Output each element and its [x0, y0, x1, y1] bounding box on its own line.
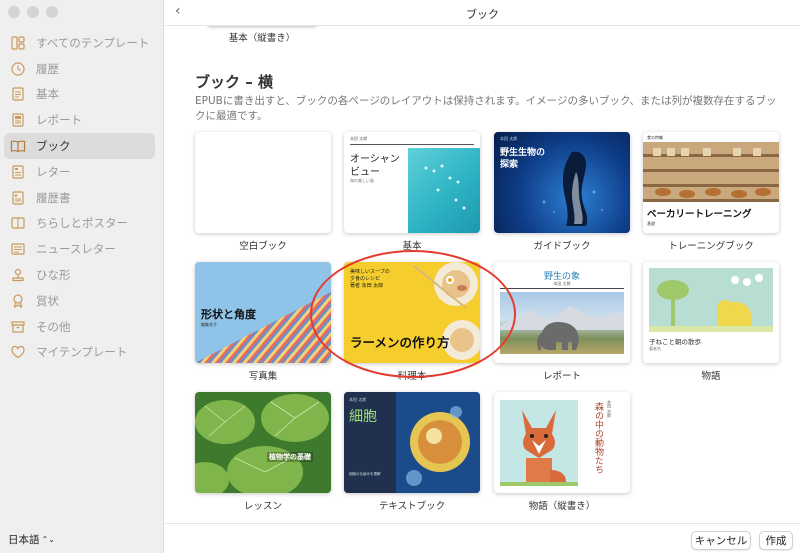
cover-title: 森の中の動物たち: [593, 402, 603, 474]
cover-author: 編集花子: [201, 322, 217, 327]
sidebar-item-label: その他: [36, 319, 71, 334]
penguin-illustration: [542, 151, 603, 226]
cover-title: 形状と角度: [201, 308, 256, 321]
sidebar-item-label: 履歴: [36, 61, 59, 76]
ocean-image: [408, 148, 480, 233]
cover-subtitle: 海の美しい島: [350, 178, 374, 183]
template-label: 空白ブック: [239, 241, 287, 252]
poster-icon: [10, 215, 26, 231]
leaf-illustration: [195, 394, 329, 493]
document-icon: [10, 86, 26, 102]
zoom-window-button[interactable]: [46, 6, 58, 18]
template-label: レポート: [542, 371, 581, 382]
cover-title: 細胞: [349, 409, 377, 425]
template-training-book[interactable]: 食の特集 ベーカリートレーニング 基礎: [643, 132, 779, 233]
sidebar-item-all-templates[interactable]: すべてのテンプレート: [4, 30, 155, 56]
sidebar-item-certificate[interactable]: 賞状: [4, 288, 155, 314]
sidebar-item-label: すべてのテンプレート: [36, 35, 150, 50]
sidebar-item-report[interactable]: レポート: [4, 107, 155, 133]
title-bar: ‹ ブック: [165, 0, 800, 26]
template-basic[interactable]: 本田 太郎 オーシャン ビュー 海の美しい島: [344, 132, 480, 233]
previous-template-label: 基本（縦書き）: [228, 33, 296, 44]
sidebar-item-label: ブック: [36, 139, 71, 154]
fox-illustration: [500, 400, 578, 486]
template-label: トレーニングブック: [668, 241, 754, 252]
cover-author: 本田 太郎: [553, 281, 571, 286]
minimize-window-button[interactable]: [27, 6, 39, 18]
cover-subtitle: 基礎: [647, 221, 655, 226]
template-story-vertical[interactable]: 本田 次郎 森の中の動物たち: [494, 392, 630, 493]
book-icon: [10, 138, 26, 154]
sidebar-item-label: ちらしとポスター: [36, 216, 128, 231]
sidebar-item-label: 基本: [36, 87, 59, 102]
sidebar-item-label: ひな形: [36, 268, 71, 283]
resume-icon: [10, 190, 26, 206]
sidebar-item-history[interactable]: 履歴: [4, 56, 155, 82]
template-label: 物語: [701, 371, 721, 382]
template-story[interactable]: 子ねこと朝の散歩 著者名: [643, 262, 779, 363]
sidebar-item-stationery[interactable]: ひな形: [4, 262, 155, 288]
template-label: ガイドブック: [533, 241, 591, 252]
window-controls: [8, 6, 58, 18]
highlight-circle: [310, 250, 516, 378]
clock-icon: [10, 61, 26, 77]
window-title: ブック: [466, 8, 499, 21]
box-icon: [10, 319, 26, 335]
template-blank-book[interactable]: [195, 132, 331, 233]
bottom-bar: キャンセル 作成: [165, 523, 800, 553]
template-lesson[interactable]: 植物学の基礎: [195, 392, 331, 493]
create-button[interactable]: 作成: [759, 531, 793, 550]
sidebar-item-resume[interactable]: 履歴書: [4, 185, 155, 211]
cover-title: 子ねこと朝の散歩: [649, 338, 701, 346]
template-grid-icon: [10, 35, 26, 51]
certificate-icon: [10, 293, 26, 309]
sidebar-item-other[interactable]: その他: [4, 314, 155, 340]
sidebar-item-newsletter[interactable]: ニュースレター: [4, 236, 155, 262]
cover-title: ビュー: [350, 167, 380, 178]
cover-title: 植物学の基礎: [267, 452, 313, 462]
bakery-image: [643, 142, 779, 202]
elephant-image: [500, 292, 624, 354]
cover-author: 本田 太郎: [349, 397, 367, 402]
letter-icon: [10, 164, 26, 180]
sidebar-item-label: レター: [36, 164, 71, 179]
cover-title: ベーカリートレーニング: [647, 209, 752, 220]
sidebar-item-letter[interactable]: レター: [4, 159, 155, 185]
template-label: 写真集: [248, 371, 278, 382]
template-label: レッスン: [243, 501, 282, 512]
template-label: 物語（縦書き）: [528, 501, 596, 512]
sidebar-item-label: ニュースレター: [36, 242, 116, 257]
sidebar-item-label: 賞状: [36, 293, 59, 308]
cover-author: 本田 太郎: [350, 136, 368, 141]
sidebar-item-book[interactable]: ブック: [4, 133, 155, 159]
language-label: 日本語: [8, 534, 40, 546]
cover-author: 本田 次郎: [607, 400, 612, 418]
cover-subtitle: 細胞の仕組みを理解: [349, 472, 381, 476]
close-window-button[interactable]: [8, 6, 20, 18]
chevron-updown-icon: ⌃⌄: [41, 535, 55, 544]
template-guidebook[interactable]: 本田 太郎 野生生物の 探索: [494, 132, 630, 233]
section-description: EPUBに書き出すと、ブックの各ページのレイアウトは保持されます。イメージの多い…: [195, 95, 777, 122]
newsletter-icon: [10, 241, 26, 257]
sidebar-item-my-templates[interactable]: マイテンプレート: [4, 340, 155, 366]
stamp-icon: [10, 267, 26, 283]
sidebar-item-label: マイテンプレート: [36, 345, 128, 360]
template-label: テキストブック: [378, 501, 446, 512]
sidebar-item-basic[interactable]: 基本: [4, 82, 155, 108]
template-textbook[interactable]: 本田 太郎 細胞 細胞の仕組みを理解: [344, 392, 480, 493]
report-icon: [10, 112, 26, 128]
cell-illustration: [396, 392, 480, 493]
cover-author: 著者名: [649, 346, 661, 351]
heart-icon: [10, 344, 26, 360]
sidebar-item-label: レポート: [36, 113, 82, 128]
sidebar-item-poster[interactable]: ちらしとポスター: [4, 211, 155, 237]
story-illustration: [649, 268, 773, 332]
cover-author: 食の特集: [647, 135, 663, 140]
category-list: すべてのテンプレート 履歴 基本 レポート ブック レター 履歴書 ちらしとポス…: [4, 30, 155, 365]
language-selector[interactable]: 日本語 ⌃⌄: [8, 532, 55, 547]
cancel-button[interactable]: キャンセル: [691, 531, 751, 550]
sidebar-item-label: 履歴書: [36, 190, 71, 205]
section-title: ブック – 横: [195, 73, 273, 91]
sidebar: すべてのテンプレート 履歴 基本 レポート ブック レター 履歴書 ちらしとポス…: [0, 0, 164, 553]
